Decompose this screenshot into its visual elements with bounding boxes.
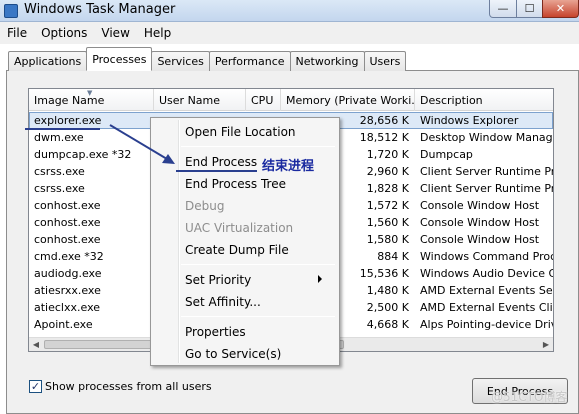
annotation-underline [176, 170, 257, 172]
close-button[interactable]: ✕ [542, 0, 579, 18]
cell-description: Windows Audio Device Gra [420, 267, 553, 280]
annotation-label: 结束进程 [262, 159, 315, 174]
tab-strip: Applications Processes Services Performa… [8, 47, 407, 71]
menu-item-go-to-services[interactable]: Go to Service(s) [185, 344, 335, 364]
cell-description: Alps Pointing-device Driver [420, 318, 553, 331]
cell-image-name: audiodg.exe [34, 267, 102, 280]
submenu-arrow-icon [318, 275, 322, 283]
menu-help[interactable]: Help [137, 26, 178, 40]
cell-image-name: dumpcap.exe *32 [34, 148, 132, 161]
show-all-users-checkbox[interactable]: ✓ [29, 380, 42, 393]
tab-applications[interactable]: Applications [8, 51, 88, 71]
list-header: Image Name ▼ User Name CPU Memory (Priva… [29, 89, 553, 111]
cell-image-name: dwm.exe [34, 131, 84, 144]
cell-description: Windows Explorer [420, 114, 519, 127]
scroll-right-icon[interactable]: ▶ [539, 338, 553, 351]
cell-image-name: Apoint.exe [34, 318, 93, 331]
cell-image-name: cmd.exe *32 [34, 250, 104, 263]
maximize-button[interactable]: ☐ [516, 0, 543, 18]
task-manager-icon [4, 4, 18, 18]
cell-description: Console Window Host [420, 216, 540, 229]
menu-item-end-process-tree[interactable]: End Process Tree [185, 174, 335, 194]
cell-image-name: atiesrxx.exe [34, 284, 101, 297]
column-image-name[interactable]: Image Name ▼ [29, 89, 154, 111]
cell-description: Desktop Window Manager [420, 131, 553, 144]
menu-bar: File Options View Help [0, 22, 579, 44]
cell-description: AMD External Events Servi [420, 284, 553, 297]
cell-description: Client Server Runtime Proc [420, 182, 553, 195]
sort-arrow-icon: ▼ [87, 89, 93, 97]
cell-description: Windows Command Proces [420, 250, 553, 263]
menu-separator [181, 316, 335, 317]
column-user-name[interactable]: User Name [154, 89, 246, 111]
cell-image-name: conhost.exe [34, 199, 101, 212]
cell-description: Console Window Host [420, 199, 540, 212]
tab-processes[interactable]: Processes [86, 47, 153, 71]
menu-item-create-dump-file[interactable]: Create Dump File [185, 240, 335, 260]
menu-item-debug: Debug [185, 199, 225, 213]
window-title: Windows Task Manager [24, 2, 176, 17]
cell-image-name: conhost.exe [34, 233, 101, 246]
scroll-left-icon[interactable]: ◀ [29, 338, 43, 351]
cell-description: Console Window Host [420, 233, 540, 246]
cell-image-name: explorer.exe [34, 114, 102, 127]
menu-item-properties[interactable]: Properties [185, 322, 335, 342]
menu-item-uac-virtualization: UAC Virtualization [185, 221, 294, 235]
column-cpu[interactable]: CPU [246, 89, 281, 111]
watermark: @51CTO博客 [491, 390, 568, 404]
minimize-button[interactable]: — [489, 0, 517, 18]
menu-item-set-affinity[interactable]: Set Affinity... [185, 292, 335, 312]
menu-file[interactable]: File [0, 26, 34, 40]
menu-separator [181, 264, 335, 265]
cell-description: Client Server Runtime Proc [420, 165, 553, 178]
show-all-users-option[interactable]: ✓ Show processes from all users [29, 380, 212, 393]
menu-item-set-priority[interactable]: Set Priority [185, 270, 335, 290]
cell-image-name: conhost.exe [34, 216, 101, 229]
column-description[interactable]: Description [415, 89, 553, 111]
tab-users[interactable]: Users [363, 51, 407, 71]
cell-image-name: atieclxx.exe [34, 301, 101, 314]
tab-performance[interactable]: Performance [208, 51, 291, 71]
cell-image-name: csrss.exe [34, 182, 85, 195]
column-memory[interactable]: Memory (Private Worki... [281, 89, 415, 111]
tab-services[interactable]: Services [151, 51, 210, 71]
cell-image-name: csrss.exe [34, 165, 85, 178]
show-all-users-label: Show processes from all users [45, 380, 212, 393]
menu-view[interactable]: View [94, 26, 136, 40]
menu-options[interactable]: Options [34, 26, 94, 40]
cell-description: Dumpcap [420, 148, 473, 161]
menu-separator [181, 146, 335, 147]
tab-networking[interactable]: Networking [289, 51, 365, 71]
title-bar: Windows Task Manager — ☐ ✕ [0, 0, 579, 22]
menu-item-open-file-location[interactable]: Open File Location [185, 122, 335, 142]
column-label: Image Name [34, 93, 105, 107]
cell-description: AMD External Events Clien [420, 301, 553, 314]
